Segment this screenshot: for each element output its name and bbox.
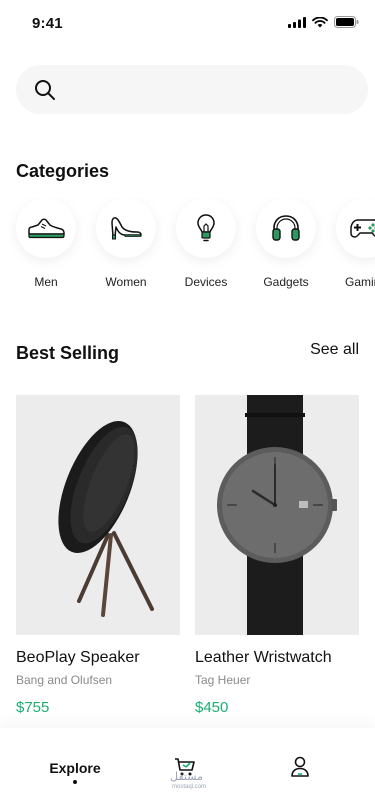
categories-list[interactable]: Men Women Devices Gadgets Gami — [0, 198, 375, 298]
category-circle[interactable] — [176, 198, 236, 258]
category-devices[interactable]: Devices — [166, 198, 246, 289]
sneaker-icon — [28, 218, 65, 239]
search-icon[interactable] — [34, 79, 56, 106]
lightbulb-icon — [197, 214, 215, 242]
product-name: Leather Wristwatch — [195, 649, 332, 666]
status-icons — [288, 16, 359, 28]
categories-title: Categories — [16, 161, 110, 181]
category-gaming[interactable]: Gaming — [326, 198, 375, 289]
user-icon[interactable] — [290, 756, 310, 778]
category-label: Men — [34, 275, 58, 289]
product-image-speaker[interactable] — [16, 395, 180, 635]
product-card[interactable]: Leather Wristwatch Tag Heuer $450 — [195, 395, 359, 716]
best-selling-title: Best Selling — [16, 343, 120, 363]
tab-explore-label: Explore — [49, 760, 101, 776]
watermark-subtext: mostaql.com — [172, 784, 207, 790]
product-price: $755 — [16, 699, 50, 716]
category-circle[interactable] — [16, 198, 76, 258]
status-time: 9:41 — [32, 15, 63, 32]
category-label: Gadgets — [263, 275, 309, 289]
category-circle[interactable] — [256, 198, 316, 258]
wifi-icon — [312, 16, 328, 27]
category-label: Devices — [184, 275, 228, 289]
product-name: BeoPlay Speaker — [16, 649, 140, 666]
category-gadgets[interactable]: Gadgets — [246, 198, 326, 289]
see-all-link[interactable]: See all — [310, 341, 359, 359]
category-label: Women — [105, 275, 147, 289]
product-card[interactable]: BeoPlay Speaker Bang and Olufsen $755 — [16, 395, 180, 716]
status-bar: 9:41 — [0, 0, 375, 44]
product-brand: Tag Heuer — [195, 673, 251, 687]
search-input[interactable] — [68, 65, 352, 116]
tab-profile[interactable] — [280, 728, 320, 812]
gamepad-icon — [350, 219, 375, 238]
battery-icon — [334, 16, 359, 28]
product-brand: Bang and Olufsen — [16, 673, 113, 687]
category-circle[interactable] — [96, 198, 156, 258]
tab-explore[interactable]: Explore — [30, 728, 120, 812]
signal-icon — [288, 16, 306, 28]
search-bar[interactable] — [16, 65, 368, 116]
bottom-tab-bar: Explore مستقل mostaql.com — [0, 728, 375, 812]
product-image-watch[interactable] — [195, 395, 359, 635]
watermark-text: مستقل — [170, 771, 203, 783]
high-heel-icon — [111, 217, 142, 240]
category-women[interactable]: Women — [86, 198, 166, 289]
headphones-icon — [272, 215, 300, 241]
category-label: Gaming — [344, 275, 375, 289]
category-men[interactable]: Men — [6, 198, 86, 289]
product-price: $450 — [195, 699, 229, 716]
category-circle[interactable] — [336, 198, 375, 258]
active-tab-indicator — [73, 780, 77, 784]
